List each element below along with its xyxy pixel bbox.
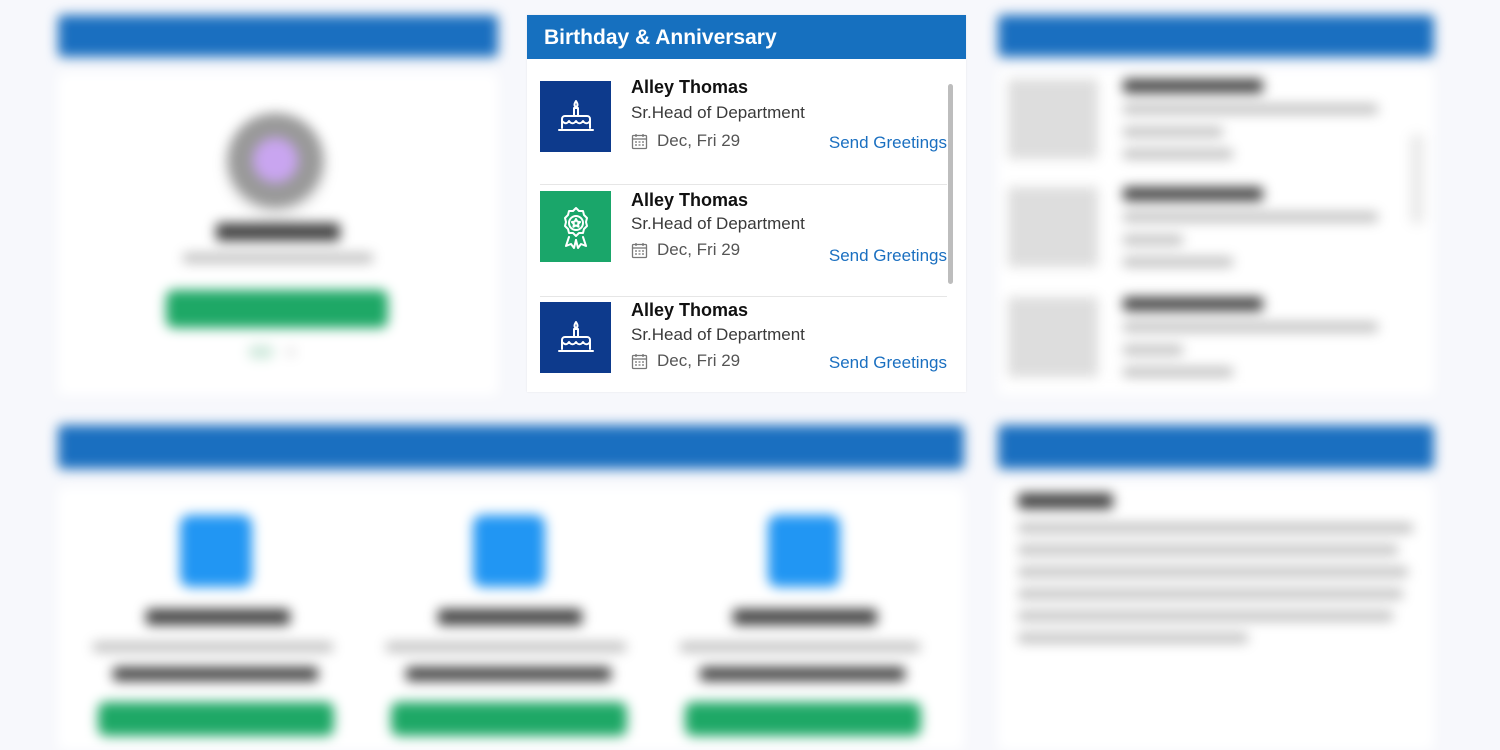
list-item: Alley Thomas Sr.Head of Department Dec, …: [540, 185, 947, 297]
birthday-cake-icon: [540, 81, 611, 152]
award-badge-icon: [540, 191, 611, 262]
event-date-text: Dec, Fri 29: [657, 351, 741, 370]
list-scrollbar[interactable]: [948, 84, 953, 284]
birthday-cake-icon: [540, 302, 611, 373]
send-greetings-button[interactable]: Send Greetings: [829, 353, 947, 373]
list-item: Alley Thomas Sr.Head of Department Dec, …: [540, 297, 947, 392]
calendar-icon: [631, 242, 648, 258]
send-greetings-button[interactable]: Send Greetings: [829, 246, 947, 266]
person-role: Sr.Head of Department: [631, 325, 805, 344]
list-item: Alley Thomas Sr.Head of Department Dec, …: [540, 70, 947, 185]
person-role: Sr.Head of Department: [631, 103, 805, 122]
event-date: Dec, Fri 29: [631, 131, 740, 151]
send-greetings-button[interactable]: Send Greetings: [829, 133, 947, 153]
calendar-icon: [631, 133, 648, 149]
calendar-icon: [631, 353, 648, 369]
birthday-list[interactable]: Alley Thomas Sr.Head of Department Dec, …: [527, 59, 966, 392]
birthday-anniversary-card: Birthday & Anniversary Alley Thomas Sr.H…: [527, 15, 966, 392]
blurred-profile-panel: [58, 15, 498, 395]
blurred-list-panel: [998, 15, 1434, 395]
person-name: Alley Thomas: [631, 77, 749, 97]
event-date: Dec, Fri 29: [631, 351, 740, 371]
card-title: Birthday & Anniversary: [527, 15, 966, 59]
blurred-cards-panel: [58, 425, 964, 750]
event-date-text: Dec, Fri 29: [657, 131, 741, 150]
event-date: Dec, Fri 29: [631, 240, 740, 260]
event-date-text: Dec, Fri 29: [657, 240, 741, 259]
person-name: Alley Thomas: [631, 300, 749, 320]
blurred-text-panel: [998, 425, 1434, 750]
person-role: Sr.Head of Department: [631, 214, 805, 233]
person-name: Alley Thomas: [631, 190, 749, 210]
